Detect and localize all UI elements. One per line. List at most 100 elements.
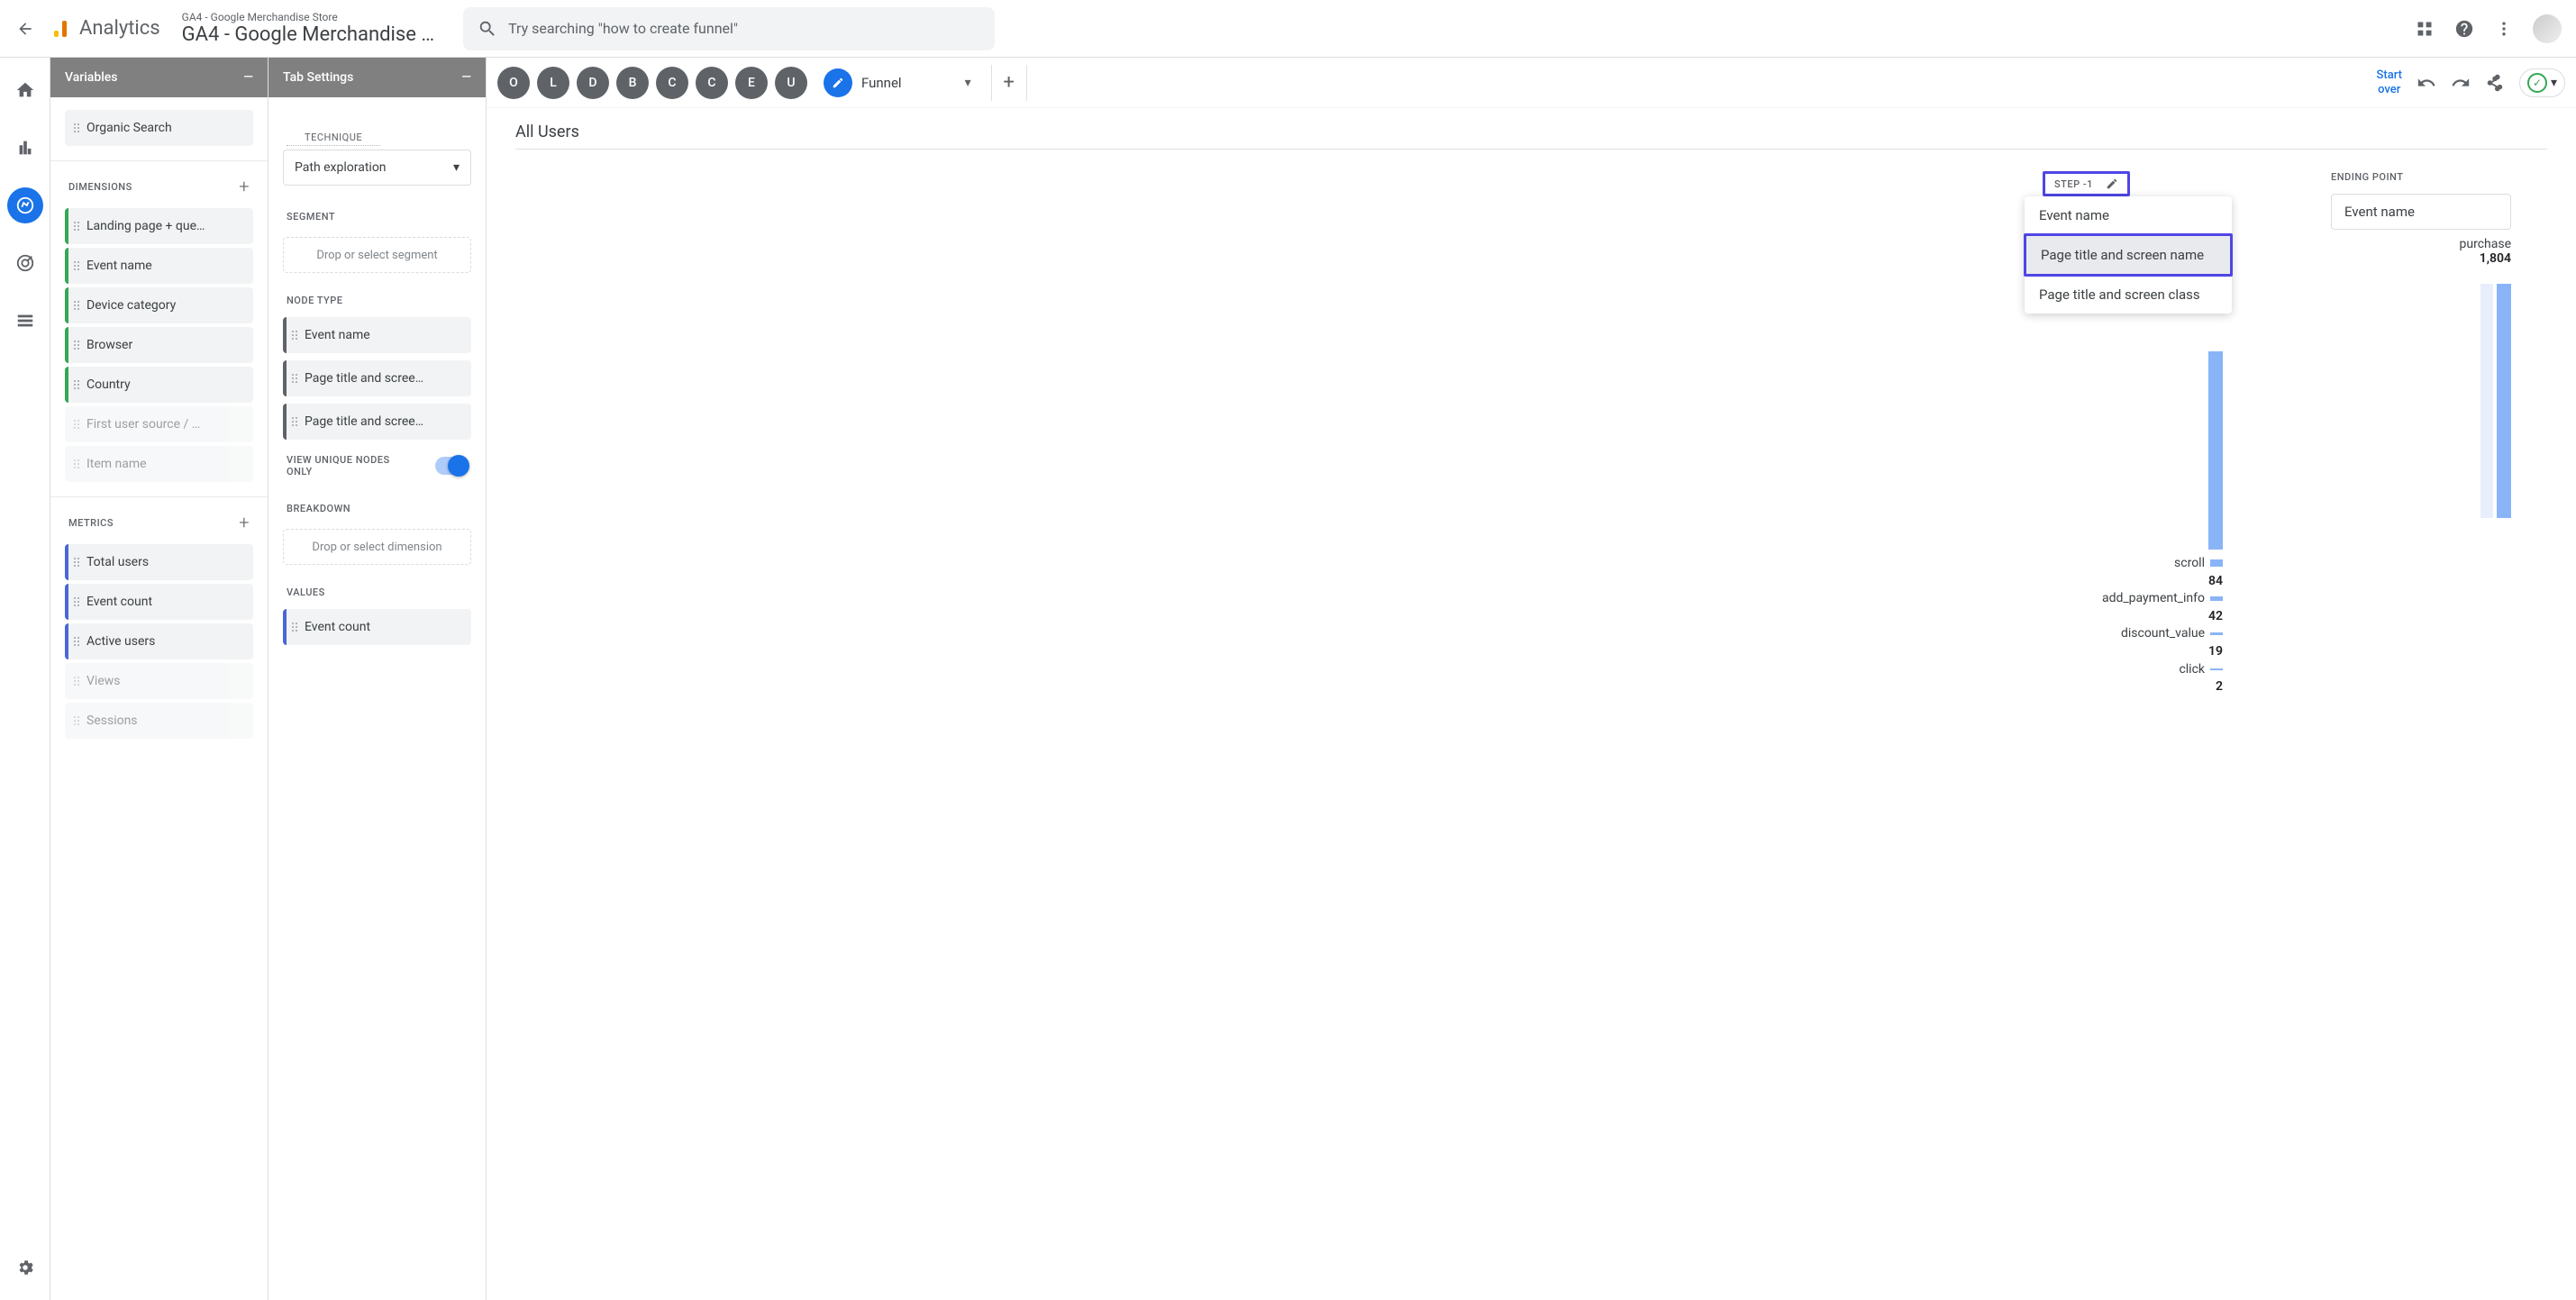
chevron-down-icon: ▾ [453,160,460,175]
node-type-chip[interactable]: Page title and scree… [283,404,471,440]
nav-rail [0,58,50,1300]
tab-U[interactable]: U [775,67,807,99]
tab-C2[interactable]: C [696,67,728,99]
step-main-bar[interactable] [2208,351,2223,550]
drag-handle-icon [74,222,79,231]
values-label: VALUES [269,572,486,605]
segment-dropzone[interactable]: Drop or select segment [283,237,471,273]
property-subtitle: GA4 - Google Merchandise Store [182,11,434,23]
add-dimension-button[interactable]: + [239,176,250,197]
popup-item-page-title-screen-name[interactable]: Page title and screen name [2024,233,2233,277]
drag-handle-icon [74,716,79,725]
drag-handle-icon [74,637,79,646]
variables-title: Variables [65,70,117,85]
collapse-icon[interactable]: — [243,70,253,85]
drag-handle-icon [74,677,79,686]
collapse-icon[interactable]: — [461,70,471,85]
dimension-chip[interactable]: Browser [65,327,253,363]
dimension-chip[interactable]: First user source / … [65,406,253,442]
drag-handle-icon [74,420,79,429]
dimension-chip[interactable]: Event name [65,248,253,284]
popup-item-page-title-screen-class[interactable]: Page title and screen class [2025,276,2232,314]
metric-chip[interactable]: Views [65,663,253,699]
help-icon[interactable] [2453,18,2475,40]
list-item[interactable]: add_payment_info42 [2043,590,2223,625]
more-icon[interactable] [2493,18,2515,40]
chevron-down-icon[interactable]: ▾ [965,76,971,90]
tab-D[interactable]: D [577,67,609,99]
node-type-chip[interactable]: Event name [283,317,471,353]
dimension-chip[interactable]: Item name [65,446,253,482]
nav-advertising[interactable] [7,245,43,281]
dimension-chip[interactable]: Device category [65,287,253,323]
redo-button[interactable] [2451,73,2471,93]
add-metric-button[interactable]: + [239,512,250,533]
list-item[interactable]: discount_value19 [2043,625,2223,660]
nav-reports[interactable] [7,130,43,166]
property-title[interactable]: GA4 - Google Merchandise Store GA4 - Goo… [182,11,434,46]
node-type-chip[interactable]: Page title and scree… [283,360,471,396]
drag-handle-icon [292,331,297,340]
nav-configure[interactable] [7,303,43,339]
ending-header: ENDING POINT [2331,171,2511,183]
tab-C[interactable]: C [656,67,688,99]
step-header[interactable]: STEP -1 [2043,171,2130,196]
metric-chip[interactable]: Event count [65,584,253,620]
unique-nodes-toggle[interactable] [435,457,468,475]
drag-handle-icon [74,123,79,132]
add-tab-button[interactable]: + [991,65,1027,101]
metric-chip[interactable]: Sessions [65,703,253,739]
popup-item-event-name[interactable]: Event name [2025,196,2232,234]
breakdown-dropzone[interactable]: Drop or select dimension [283,529,471,565]
tab-E[interactable]: E [735,67,768,99]
tab-O[interactable]: O [497,67,530,99]
breakdown-label: BREAKDOWN [269,488,486,522]
search-icon [478,19,497,39]
technique-label: TECHNIQUE [287,119,380,146]
end-bar-bg [2480,284,2493,518]
property-name: GA4 - Google Merchandise … [182,23,434,46]
back-button[interactable] [14,18,36,40]
drag-handle-icon [74,558,79,567]
tab-L[interactable]: L [537,67,569,99]
tab-B[interactable]: B [616,67,649,99]
dimension-chip[interactable]: Country [65,367,253,403]
status-pill[interactable]: ✓ ▾ [2519,68,2565,97]
undo-button[interactable] [2417,73,2436,93]
nav-admin[interactable] [7,1250,43,1286]
apps-icon[interactable] [2414,18,2435,40]
dimension-chip[interactable]: Landing page + que… [65,208,253,244]
variables-header: Variables — [50,58,268,97]
topbar: Analytics GA4 - Google Merchandise Store… [0,0,2576,58]
node-type-label: NODE TYPE [269,280,486,314]
analytics-logo-icon [50,18,72,40]
variables-panel: Variables — Organic Search DIMENSIONS + … [50,58,269,1300]
end-bar[interactable] [2497,284,2511,518]
list-item[interactable]: scroll84 [2043,555,2223,590]
list-item[interactable]: click2 [2043,661,2223,696]
metric-chip[interactable]: Active users [65,623,253,659]
metrics-header: METRICS + [50,497,268,541]
start-over-button[interactable]: Startover [2377,68,2402,96]
technique-dropdown[interactable]: Path exploration ▾ [283,150,471,186]
segment-label: SEGMENT [269,196,486,230]
step-column: STEP -1 Event name Page title and screen… [2043,171,2223,696]
visualization: All Users STEP -1 Event name Page title … [487,108,2576,1300]
viz-title: All Users [515,119,2547,150]
segment-chip[interactable]: Organic Search [65,110,253,146]
drag-handle-icon [74,597,79,606]
nav-explore[interactable] [7,187,43,223]
avatar[interactable] [2533,14,2562,43]
search-input[interactable]: Try searching "how to create funnel" [463,7,995,50]
share-button[interactable] [2485,73,2505,93]
metric-chip[interactable]: Total users [65,544,253,580]
ending-node-select[interactable]: Event name [2331,194,2511,230]
values-chip[interactable]: Event count [283,609,471,645]
edit-icon [824,68,852,97]
chevron-down-icon: ▾ [2551,76,2557,90]
nav-home[interactable] [7,72,43,108]
end-node-label: purchase 1,804 [2331,237,2511,266]
unique-nodes-row: VIEW UNIQUE NODES ONLY [269,443,486,488]
active-tab[interactable]: Funnel ▾ [815,68,980,97]
drag-handle-icon [74,341,79,350]
